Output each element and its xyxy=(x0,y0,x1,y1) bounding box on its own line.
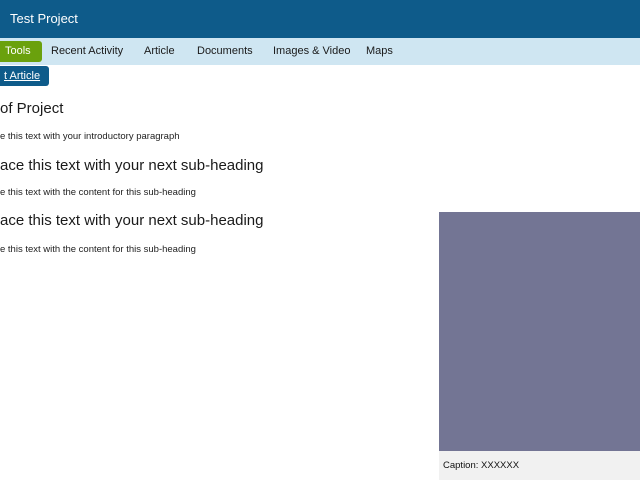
new-article-button[interactable]: t Article xyxy=(0,66,50,86)
tab-recent-activity[interactable]: Recent Activity xyxy=(51,38,123,65)
tab-article[interactable]: Article xyxy=(144,38,175,65)
sub-heading-1-body: e this text with the content for this su… xyxy=(0,187,196,198)
sub-heading-1: ace this text with your next sub-heading xyxy=(0,157,264,174)
tab-documents[interactable]: Documents xyxy=(197,38,253,65)
page-title: of Project xyxy=(0,100,64,117)
main-nav: Tools Recent Activity Article Documents … xyxy=(0,38,640,65)
sub-heading-2: ace this text with your next sub-heading xyxy=(0,212,264,229)
sub-heading-2-body: e this text with the content for this su… xyxy=(0,244,196,255)
app-header: Test Project xyxy=(0,0,640,38)
intro-paragraph: e this text with your introductory parag… xyxy=(0,131,180,142)
media-placeholder xyxy=(439,212,640,451)
media-caption: Caption: XXXXXX xyxy=(439,451,640,480)
tab-images-video[interactable]: Images & Video xyxy=(273,38,350,65)
tab-tools[interactable]: Tools xyxy=(0,41,42,62)
tab-maps[interactable]: Maps xyxy=(366,38,393,65)
project-title: Test Project xyxy=(10,11,78,26)
